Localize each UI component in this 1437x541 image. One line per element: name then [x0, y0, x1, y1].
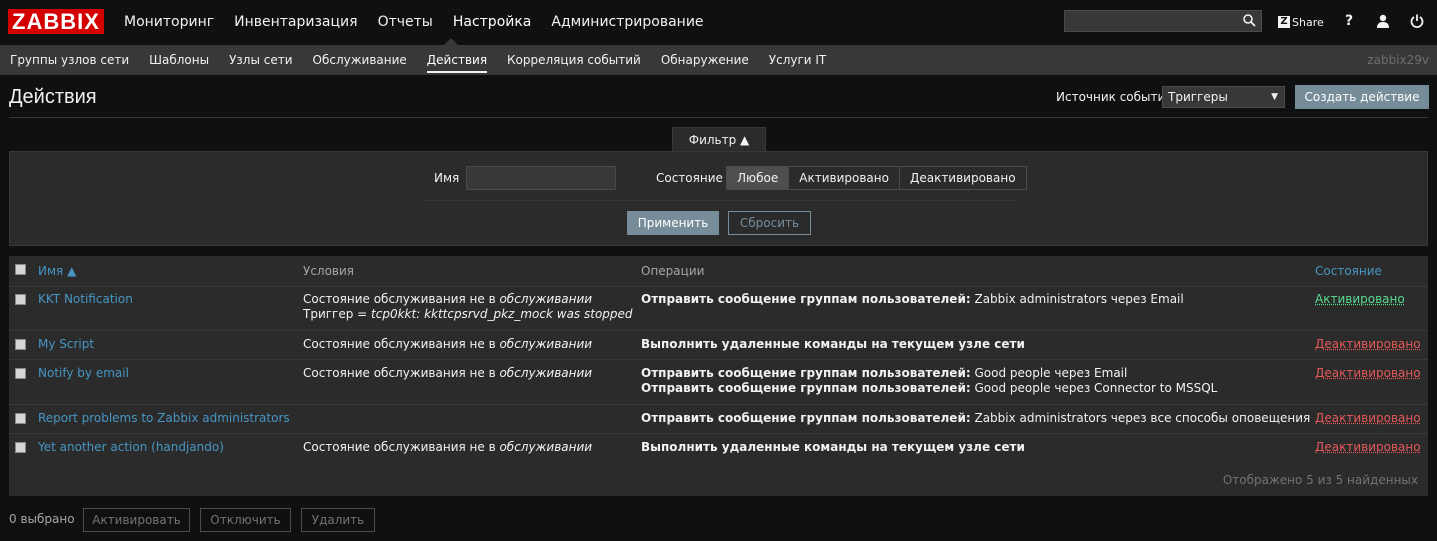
- search-box: [1064, 10, 1262, 32]
- status-toggle[interactable]: Деактивировано: [1315, 440, 1421, 455]
- event-source-select[interactable]: Триггеры ▼: [1162, 86, 1285, 108]
- share-button[interactable]: Z Share: [1278, 14, 1324, 30]
- column-header-status[interactable]: Состояние: [1315, 264, 1382, 279]
- operation-line: Отправить сообщение группам пользователе…: [641, 381, 1218, 395]
- select-all-checkbox[interactable]: [15, 264, 26, 275]
- search-input[interactable]: [1065, 11, 1247, 31]
- action-operations: Выполнить удаленные команды на текущем у…: [641, 337, 1025, 352]
- server-name: zabbix29v: [1367, 53, 1429, 67]
- submenu-maintenance[interactable]: Обслуживание: [303, 45, 417, 75]
- condition-line: Триггер = tcp0kkt: kkttcpsrvd_pkz_mock w…: [303, 307, 633, 321]
- share-icon: Z: [1278, 16, 1290, 28]
- mass-enable-button[interactable]: Активировать: [83, 508, 190, 532]
- submenu-it-services[interactable]: Услуги IT: [759, 45, 836, 75]
- condition-line: Состояние обслуживания не в обслуживании: [303, 337, 593, 351]
- state-any-option[interactable]: Любое: [726, 166, 790, 190]
- filter-name-label: Имя: [434, 171, 460, 185]
- action-operations: Отправить сообщение группам пользователе…: [641, 366, 1217, 396]
- search-icon[interactable]: [1243, 14, 1256, 30]
- row-checkbox[interactable]: [15, 413, 26, 424]
- main-menu: Мониторинг Инвентаризация Отчеты Настрой…: [114, 0, 714, 45]
- create-action-button[interactable]: Создать действие: [1295, 85, 1429, 109]
- filter-state-segmented: Любое Активировано Деактивировано: [726, 166, 1027, 190]
- action-conditions: Состояние обслуживания не в обслуживании: [303, 440, 592, 455]
- column-header-conditions: Условия: [303, 264, 355, 278]
- action-name-link[interactable]: Report problems to Zabbix administrators: [38, 411, 290, 426]
- active-menu-caret: [444, 38, 458, 45]
- submenu-actions[interactable]: Действия: [417, 45, 497, 75]
- zabbix-logo[interactable]: ZABBIX: [8, 9, 104, 34]
- row-checkbox[interactable]: [15, 442, 26, 453]
- results-count: Отображено 5 из 5 найденных: [1222, 473, 1418, 487]
- event-source-label: Источник событий: [1056, 90, 1174, 104]
- table-header-row: Имя ▲ Условия Операции Состояние: [9, 256, 1428, 287]
- row-checkbox[interactable]: [15, 294, 26, 305]
- actions-table: Имя ▲ Условия Операции Состояние KKT Not…: [9, 256, 1428, 496]
- menu-reports[interactable]: Отчеты: [368, 0, 443, 45]
- table-row: KKT Notification Состояние обслуживания …: [9, 286, 1428, 331]
- share-label: Share: [1292, 15, 1324, 29]
- action-name-link[interactable]: My Script: [38, 337, 94, 352]
- submenu-discovery[interactable]: Обнаружение: [651, 45, 759, 75]
- operation-line: Отправить сообщение группам пользователе…: [641, 366, 1128, 380]
- filter-tab[interactable]: Фильтр ▲: [672, 127, 766, 152]
- status-toggle[interactable]: Деактивировано: [1315, 366, 1421, 381]
- help-icon[interactable]: ?: [1345, 13, 1353, 29]
- action-conditions: Состояние обслуживания не в обслуживании: [303, 366, 592, 381]
- selected-count: 0 выбрано: [9, 512, 75, 526]
- filter-name-input[interactable]: [466, 166, 616, 190]
- filter-panel: Имя Состояние Любое Активировано Деактив…: [9, 151, 1428, 246]
- mass-disable-button[interactable]: Отключить: [200, 508, 291, 532]
- action-operations: Выполнить удаленные команды на текущем у…: [641, 440, 1025, 455]
- page-title: Действия: [9, 86, 97, 108]
- menu-administration[interactable]: Администрирование: [541, 0, 713, 45]
- submenu-templates[interactable]: Шаблоны: [139, 45, 219, 75]
- submenu-event-correlation[interactable]: Корреляция событий: [497, 45, 651, 75]
- status-toggle[interactable]: Активировано: [1315, 292, 1405, 307]
- table-row: Notify by email Состояние обслуживания н…: [9, 360, 1428, 405]
- logout-icon[interactable]: [1410, 14, 1424, 31]
- menu-inventory[interactable]: Инвентаризация: [224, 0, 367, 45]
- row-checkbox[interactable]: [15, 368, 26, 379]
- state-disabled-option[interactable]: Деактивировано: [898, 166, 1027, 190]
- status-toggle[interactable]: Деактивировано: [1315, 337, 1421, 352]
- operation-line: Выполнить удаленные команды на текущем у…: [641, 337, 1025, 351]
- status-toggle[interactable]: Деактивировано: [1315, 411, 1421, 426]
- apply-button[interactable]: Применить: [627, 211, 719, 235]
- operation-line: Отправить сообщение группам пользователе…: [641, 292, 1184, 306]
- sub-navigation: Группы узлов сети Шаблоны Узлы сети Обсл…: [0, 45, 1437, 75]
- condition-line: Состояние обслуживания не в обслуживании: [303, 292, 593, 306]
- condition-line: Состояние обслуживания не в обслуживании: [303, 440, 593, 454]
- column-header-name[interactable]: Имя ▲: [38, 264, 76, 279]
- filter-state-label: Состояние: [656, 171, 723, 185]
- table-row: My Script Состояние обслуживания не в об…: [9, 331, 1428, 360]
- user-icon[interactable]: [1376, 14, 1390, 31]
- dropdown-arrow-icon: ▼: [1271, 92, 1278, 102]
- action-name-link[interactable]: KKT Notification: [38, 292, 133, 307]
- event-source-value: Триггеры: [1168, 90, 1228, 104]
- submenu-hosts[interactable]: Узлы сети: [219, 45, 302, 75]
- action-operations: Отправить сообщение группам пользователе…: [641, 411, 1310, 426]
- state-enabled-option[interactable]: Активировано: [788, 166, 900, 190]
- action-conditions: Состояние обслуживания не в обслуживании: [303, 337, 592, 352]
- operation-line: Выполнить удаленные команды на текущем у…: [641, 440, 1025, 454]
- column-header-operations: Операции: [641, 264, 705, 278]
- header-divider: [9, 117, 1428, 118]
- table-row: Report problems to Zabbix administrators…: [9, 405, 1428, 434]
- submenu-host-groups[interactable]: Группы узлов сети: [0, 45, 139, 75]
- condition-line: Состояние обслуживания не в обслуживании: [303, 366, 593, 380]
- action-operations: Отправить сообщение группам пользователе…: [641, 292, 1184, 307]
- action-conditions: Состояние обслуживания не в обслуживании…: [303, 292, 633, 322]
- menu-monitoring[interactable]: Мониторинг: [114, 0, 224, 45]
- table-row: Yet another action (handjando) Состояние…: [9, 434, 1428, 462]
- action-name-link[interactable]: Yet another action (handjando): [38, 440, 224, 455]
- action-name-link[interactable]: Notify by email: [38, 366, 129, 381]
- operation-line: Отправить сообщение группам пользователе…: [641, 411, 1311, 425]
- top-navigation: ZABBIX Мониторинг Инвентаризация Отчеты …: [0, 0, 1437, 45]
- reset-button[interactable]: Сбросить: [728, 211, 811, 235]
- filter-divider: [424, 200, 1016, 201]
- row-checkbox[interactable]: [15, 339, 26, 350]
- mass-delete-button[interactable]: Удалить: [301, 508, 375, 532]
